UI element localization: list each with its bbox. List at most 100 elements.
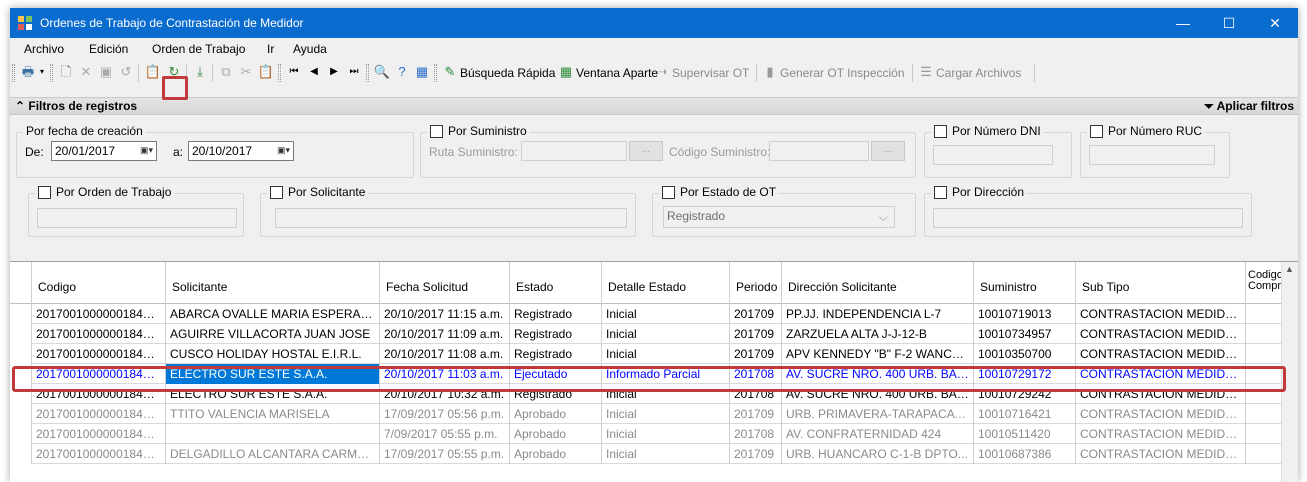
table-row[interactable]: 2017001000000184395 AGUIRRE VILLACORTA J… — [10, 324, 1298, 344]
route-supply-input[interactable] — [521, 141, 627, 161]
filters-header[interactable]: ⌃ Filtros de registros ⏷ Aplicar filtros — [10, 97, 1298, 115]
column-header-detalle-estado[interactable]: Detalle Estado — [602, 262, 730, 304]
state-select[interactable]: Registrado ⌵ — [663, 206, 895, 228]
state-checkbox[interactable] — [662, 185, 675, 199]
apply-filters-button[interactable]: ⏷ Aplicar filtros — [1204, 99, 1294, 114]
close-button[interactable]: ✕ — [1252, 8, 1298, 38]
filters-title: ⌃ Filtros de registros — [15, 99, 138, 113]
work-order-checkbox[interactable] — [38, 185, 51, 199]
calendar-dropdown-icon[interactable]: ▣▾ — [140, 145, 153, 156]
dni-checkbox[interactable] — [934, 124, 947, 138]
address-filter-title[interactable]: Por Dirección — [931, 185, 1028, 199]
supply-code-input[interactable] — [769, 141, 869, 161]
first-record-icon[interactable]: ⏮ — [286, 64, 302, 80]
column-header-periodo[interactable]: Periodo — [730, 262, 782, 304]
ruc-filter-group: Por Número RUC — [1080, 124, 1230, 178]
next-record-icon[interactable]: ▶ — [326, 64, 342, 80]
dni-filter-group: Por Número DNI — [924, 124, 1072, 178]
supply-checkbox[interactable] — [430, 124, 443, 138]
minimize-button[interactable]: — — [1160, 8, 1206, 38]
dni-input[interactable] — [933, 145, 1053, 165]
table-row[interactable]: 2017001000000184368 DELGADILLO ALCANTARA… — [10, 444, 1298, 464]
menu-edicion[interactable]: Edición — [89, 42, 128, 56]
from-date-picker[interactable]: 20/01/2017 ▣▾ — [51, 141, 157, 161]
column-header-estado[interactable]: Estado — [510, 262, 602, 304]
find-icon[interactable]: 🔍 — [374, 64, 390, 80]
supply-filter-title[interactable]: Por Suministro — [427, 124, 530, 138]
column-header-suministro[interactable]: Suministro — [974, 262, 1076, 304]
scroll-up-icon[interactable]: ▲ — [1285, 264, 1294, 274]
table-row[interactable]: 2017001000000184369 7/09/2017 05:55 p.m.… — [10, 424, 1298, 444]
copy-icon[interactable]: ⧉ — [218, 64, 234, 80]
supervise-icon[interactable]: ➝ — [654, 64, 670, 80]
undo-icon[interactable]: ↺ — [118, 64, 134, 80]
address-input[interactable] — [933, 208, 1243, 228]
collapse-icon: ⌃ — [15, 99, 29, 113]
ruc-input[interactable] — [1089, 145, 1215, 165]
generate-icon[interactable]: ▮ — [762, 64, 778, 80]
app-icon — [18, 16, 32, 30]
dropdown-arrow-icon[interactable]: ▾ — [34, 64, 50, 80]
route-supply-browse-button[interactable]: ... — [629, 141, 663, 161]
column-header-codigo-compr[interactable]: Codigo Compr — [1246, 262, 1282, 304]
menu-archivo[interactable]: Archivo — [24, 42, 64, 56]
separate-window-icon[interactable]: ▦ — [558, 64, 574, 80]
table-row[interactable]: 2017001000000184370 TTITO VALENCIA MARIS… — [10, 404, 1298, 424]
upload-icon[interactable]: ☰ — [918, 64, 934, 80]
quick-search-icon[interactable]: ✎ — [442, 64, 458, 80]
requester-checkbox[interactable] — [270, 185, 283, 199]
quick-search-button[interactable]: Búsqueda Rápida — [460, 66, 555, 80]
filter-icon: ⏷ — [1204, 99, 1217, 113]
column-header-direccion[interactable]: Dirección Solicitante — [782, 262, 974, 304]
toolbar-grip — [278, 64, 281, 82]
calendar-dropdown-icon[interactable]: ▣▾ — [277, 145, 290, 156]
title-bar: Ordenes de Trabajo de Contrastación de M… — [10, 8, 1298, 38]
column-header-solicitante[interactable]: Solicitante — [166, 262, 380, 304]
help-icon[interactable]: ? — [394, 64, 410, 80]
paste-icon[interactable]: 📋 — [258, 64, 274, 80]
column-header-sub-tipo[interactable]: Sub Tipo — [1076, 262, 1246, 304]
column-header-codigo[interactable]: Codigo — [32, 262, 166, 304]
toolbar-grip — [50, 64, 53, 82]
last-record-icon[interactable]: ⏭ — [346, 64, 362, 80]
menu-ayuda[interactable]: Ayuda — [293, 42, 327, 56]
menu-bar: Archivo Edición Orden de Trabajo Ir Ayud… — [10, 38, 1298, 60]
work-order-input[interactable] — [37, 208, 237, 228]
requester-input[interactable] — [275, 208, 627, 228]
separate-window-button[interactable]: Ventana Aparte — [576, 66, 658, 80]
app-window: Ordenes de Trabajo de Contrastación de M… — [10, 8, 1298, 482]
toolbar-grip — [366, 64, 369, 82]
to-date-picker[interactable]: 20/10/2017 ▣▾ — [188, 141, 294, 161]
export-icon[interactable]: ⤓ — [192, 64, 208, 80]
cut-icon[interactable]: ✂ — [238, 64, 254, 80]
date-filter-group: Por fecha de creación De: 20/01/2017 ▣▾ … — [16, 124, 414, 178]
previous-record-icon[interactable]: ◀ — [306, 64, 322, 80]
new-document-icon[interactable]: 🗋 — [58, 64, 74, 80]
ruc-checkbox[interactable] — [1090, 124, 1103, 138]
chevron-down-icon: ⌵ — [878, 210, 888, 224]
supervise-ot-button[interactable]: Supervisar OT — [672, 66, 749, 80]
delete-icon[interactable]: ✕ — [78, 64, 94, 80]
menu-ir[interactable]: Ir — [267, 42, 274, 56]
column-header-fecha-solicitud[interactable]: Fecha Solicitud — [380, 262, 510, 304]
upload-files-button[interactable]: Cargar Archivos — [936, 66, 1021, 80]
ruc-filter-title[interactable]: Por Número RUC — [1087, 124, 1206, 138]
state-filter-group: Por Estado de OT Registrado ⌵ — [652, 185, 916, 237]
dni-filter-title[interactable]: Por Número DNI — [931, 124, 1044, 138]
requester-filter-title[interactable]: Por Solicitante — [267, 185, 369, 199]
clipboard-icon[interactable]: 📋 — [145, 64, 161, 80]
work-order-filter-title[interactable]: Por Orden de Trabajo — [35, 185, 175, 199]
save-icon[interactable]: ▣ — [98, 64, 114, 80]
calculator-icon[interactable]: ▦ — [414, 64, 430, 80]
state-filter-title[interactable]: Por Estado de OT — [659, 185, 780, 199]
menu-orden-de-trabajo[interactable]: Orden de Trabajo — [152, 42, 245, 56]
date-filter-title: Por fecha de creación — [23, 124, 146, 138]
table-row[interactable]: 2017001000000184394 CUSCO HOLIDAY HOSTAL… — [10, 344, 1298, 364]
address-checkbox[interactable] — [934, 185, 947, 199]
supply-code-browse-button[interactable]: ... — [871, 141, 905, 161]
generate-ot-button[interactable]: Generar OT Inspección — [780, 66, 905, 80]
table-row[interactable]: 2017001000000184396 ABARCA OVALLE MARIA … — [10, 304, 1298, 324]
to-date-label: a: — [173, 145, 184, 159]
supply-filter-group: Por Suministro Ruta Suministro: ... Códi… — [420, 124, 916, 178]
maximize-button[interactable]: ☐ — [1206, 8, 1252, 38]
